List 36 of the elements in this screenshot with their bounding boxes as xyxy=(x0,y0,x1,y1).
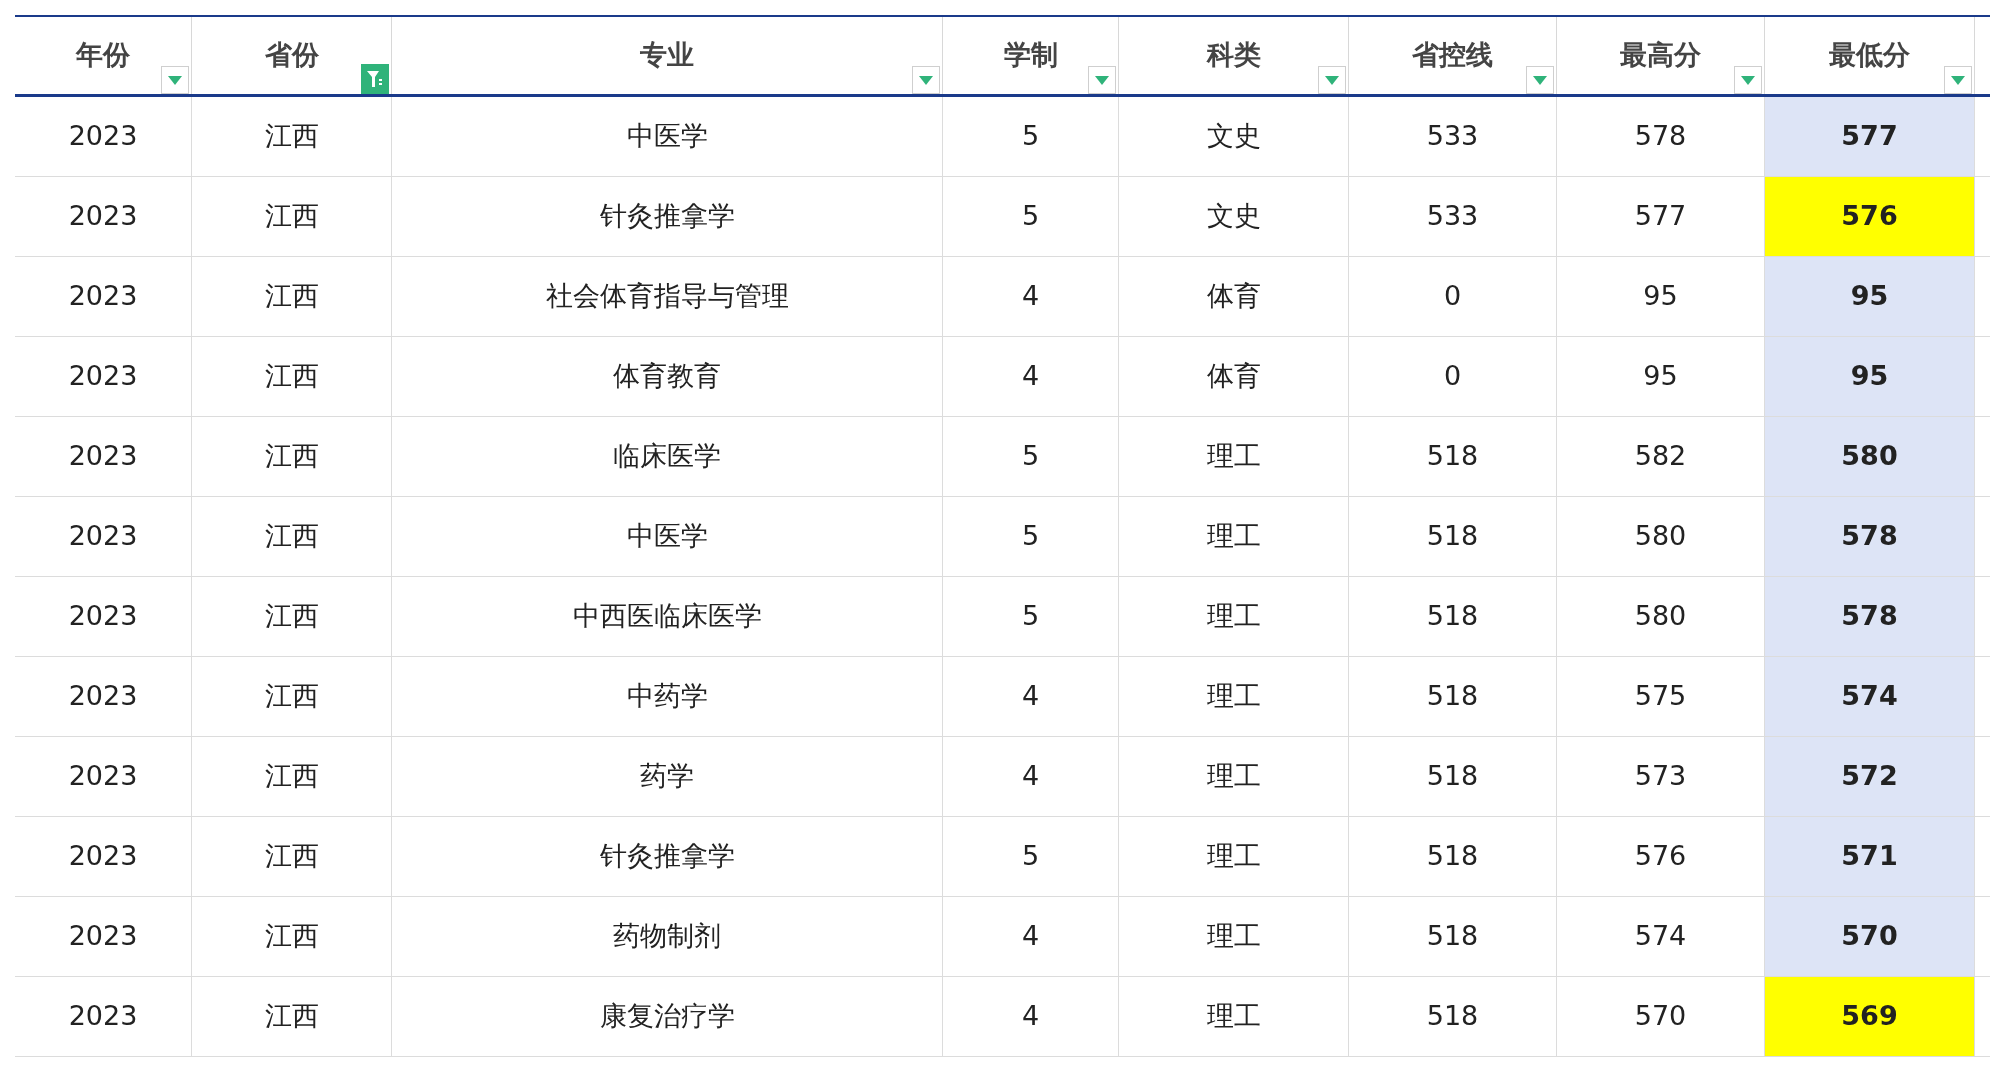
column-title: 年份 xyxy=(76,38,130,73)
column-title: 学制 xyxy=(1003,38,1058,73)
table-cell: 95 xyxy=(1765,257,1975,336)
column-title: 科类 xyxy=(1206,38,1261,73)
table-cell: 95 xyxy=(1765,337,1975,416)
dropdown-button[interactable] xyxy=(1944,66,1972,94)
caret-icon xyxy=(1533,75,1547,85)
caret-icon xyxy=(1095,75,1109,85)
column-title: 省份 xyxy=(264,38,319,73)
dropdown-button[interactable] xyxy=(1088,66,1116,94)
column-title: 省控线 xyxy=(1412,38,1493,73)
table-cell: 577 xyxy=(1765,97,1975,176)
table-cell: 578 xyxy=(1765,577,1975,656)
column-title: 最低分 xyxy=(1829,38,1910,73)
dropdown-button[interactable] xyxy=(1734,66,1762,94)
table-cell: 574 xyxy=(1765,657,1975,736)
caret-icon xyxy=(919,75,933,85)
table-cell: 571 xyxy=(1765,817,1975,896)
table-cell: 569 xyxy=(1765,977,1975,1056)
dropdown-button[interactable] xyxy=(912,66,940,94)
caret-icon xyxy=(1951,75,1965,85)
column-title: 最高分 xyxy=(1620,38,1701,73)
filter-icon xyxy=(366,69,384,89)
caret-icon xyxy=(1325,75,1339,85)
filter-button[interactable] xyxy=(361,64,389,94)
caret-icon xyxy=(168,75,182,85)
column-title: 专业 xyxy=(640,38,694,73)
table-cell: 572 xyxy=(1765,737,1975,816)
table-cell: 578 xyxy=(1765,497,1975,576)
dropdown-button[interactable] xyxy=(1526,66,1554,94)
table-cell: 576 xyxy=(1765,177,1975,256)
table-cell: 570 xyxy=(1765,897,1975,976)
dropdown-button[interactable] xyxy=(161,66,189,94)
table-cell: 580 xyxy=(1765,417,1975,496)
caret-icon xyxy=(1741,75,1755,85)
dropdown-button[interactable] xyxy=(1318,66,1346,94)
